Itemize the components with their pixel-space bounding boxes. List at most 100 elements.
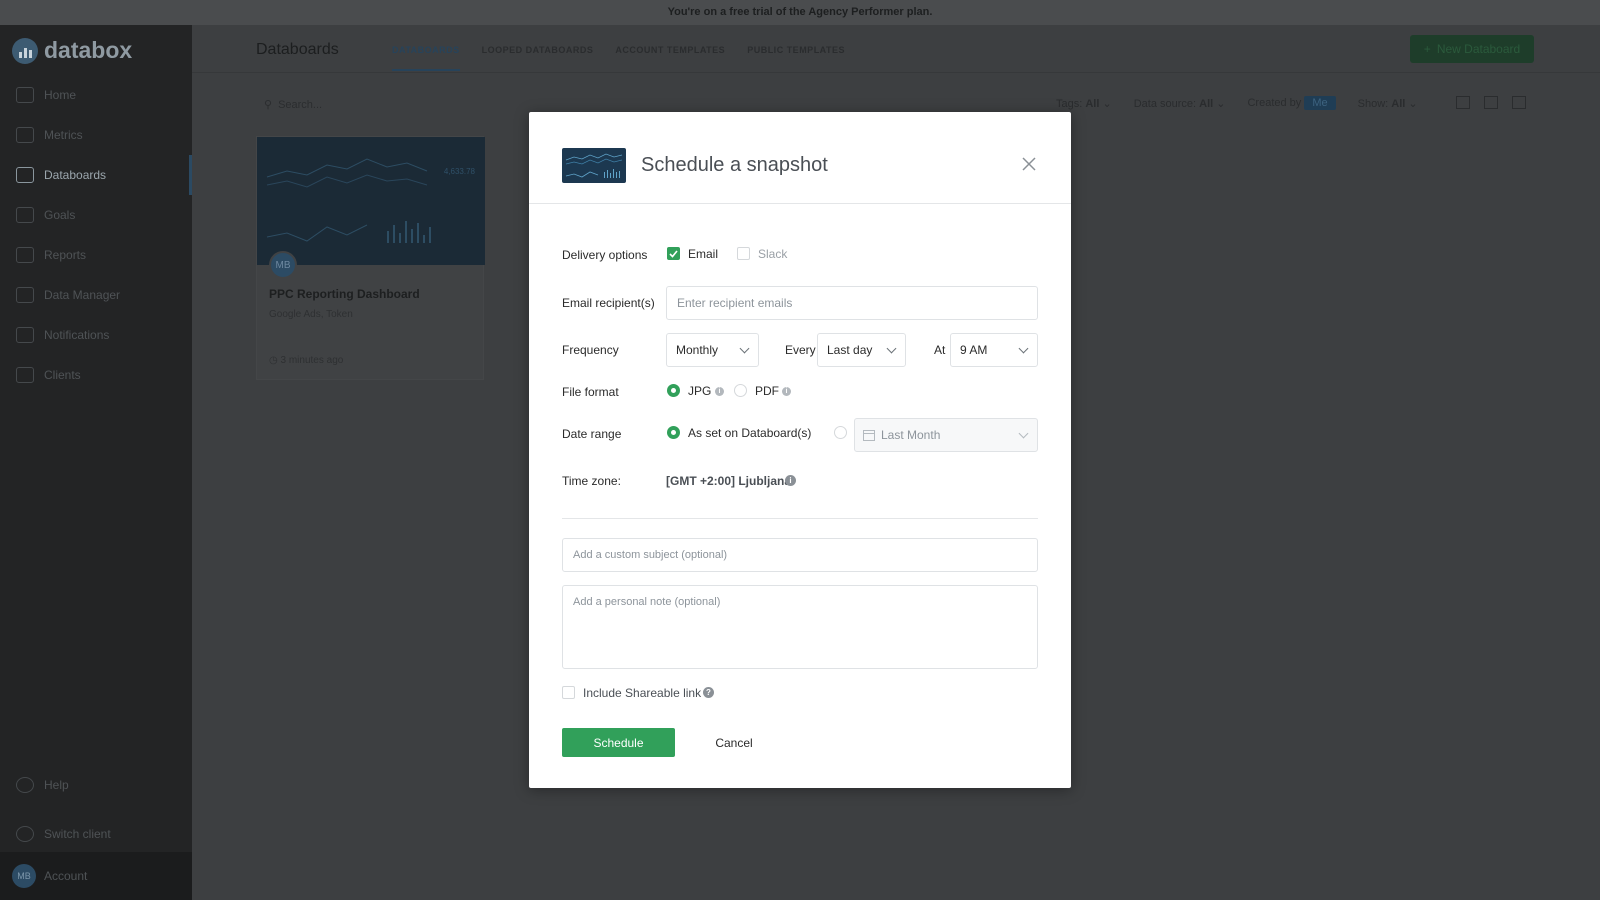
frequency-label: Frequency xyxy=(562,343,619,357)
help-icon[interactable]: ? xyxy=(703,687,714,698)
sidebar-item-clients[interactable]: Clients xyxy=(0,355,192,395)
sidebar-item-reports[interactable]: Reports xyxy=(0,235,192,275)
tab-public-templates[interactable]: PUBLIC TEMPLATES xyxy=(747,45,845,71)
filter-bar: Tags: All ⌄ Data source: All ⌄ Created b… xyxy=(1056,96,1418,110)
tags-filter[interactable]: Tags: All ⌄ xyxy=(1056,97,1112,110)
date-range-value: Last Month xyxy=(881,428,941,442)
slack-checkbox[interactable] xyxy=(737,247,750,260)
list-view-icon[interactable] xyxy=(1456,96,1470,109)
card-timestamp: ◷ 3 minutes ago xyxy=(269,355,343,366)
email-recipients-label: Email recipient(s) xyxy=(562,296,655,310)
time-zone-label: Time zone: xyxy=(562,474,621,488)
sidebar-item-notifications[interactable]: Notifications xyxy=(0,315,192,355)
new-databoard-button[interactable]: + New Databoard xyxy=(1410,35,1534,63)
home-icon xyxy=(16,87,34,103)
filter-value: All xyxy=(1391,98,1406,110)
date-range-label: Date range xyxy=(562,427,622,441)
sidebar-item-label: Switch client xyxy=(44,827,111,841)
sidebar-item-label: Data Manager xyxy=(44,288,121,302)
large-view-icon[interactable] xyxy=(1512,96,1526,109)
date-range-custom-radio[interactable] xyxy=(834,426,847,439)
frequency-value: Monthly xyxy=(676,343,719,357)
account-menu[interactable]: MB Account xyxy=(0,852,192,900)
sidebar-bottom: Help Switch client xyxy=(0,765,192,854)
time-select[interactable]: 9 AM xyxy=(950,333,1038,367)
sidebar-item-label: Goals xyxy=(44,208,76,222)
frequency-select[interactable]: Monthly xyxy=(666,333,759,367)
at-label: At xyxy=(934,343,946,357)
card-title: PPC Reporting Dashboard xyxy=(269,287,420,301)
thumbnail-chart-icon xyxy=(565,153,623,178)
sidebar-item-databoards[interactable]: Databoards xyxy=(0,155,192,195)
switch-client-icon xyxy=(16,826,34,842)
metrics-icon xyxy=(16,127,34,143)
databox-logo-icon xyxy=(12,37,38,64)
sidebar: databox Home Metrics Databoards Goals Re… xyxy=(0,25,192,900)
view-toggle xyxy=(1456,96,1526,109)
sidebar-item-label: Home xyxy=(44,88,77,102)
grid-view-icon[interactable] xyxy=(1484,96,1498,109)
date-range-select[interactable]: Last Month xyxy=(854,418,1038,452)
info-icon[interactable]: i xyxy=(715,387,724,396)
databoard-thumbnail xyxy=(562,148,626,183)
search-input[interactable]: ⚲ Search... xyxy=(264,98,323,112)
slack-option-label: Slack xyxy=(758,247,788,261)
clock-icon: ◷ xyxy=(269,355,278,366)
tab-account-templates[interactable]: ACCOUNT TEMPLATES xyxy=(615,45,725,71)
sidebar-item-data-manager[interactable]: Data Manager xyxy=(0,275,192,315)
jpg-radio[interactable] xyxy=(667,384,680,397)
tab-bar: DATABOARDS LOOPED DATABOARDS ACCOUNT TEM… xyxy=(392,45,845,71)
search-placeholder: Search... xyxy=(278,98,323,111)
card-time-text: 3 minutes ago xyxy=(280,355,344,366)
databoard-card[interactable]: 4,633.78 MB PPC Reporting Dashboard Goog… xyxy=(256,136,485,380)
cancel-button[interactable]: Cancel xyxy=(709,728,759,757)
created-by-filter[interactable]: Created by Me xyxy=(1247,96,1336,110)
close-button[interactable] xyxy=(1019,154,1039,174)
sidebar-item-label: Metrics xyxy=(44,128,83,142)
clients-icon xyxy=(16,367,34,383)
every-label: Every xyxy=(785,343,816,357)
date-range-databoard-label: As set on Databoard(s) xyxy=(688,426,812,440)
date-range-databoard-radio[interactable] xyxy=(667,426,680,439)
databoard-thumbnail: 4,633.78 xyxy=(257,137,485,265)
info-icon[interactable]: i xyxy=(785,475,796,486)
notifications-icon xyxy=(16,327,34,343)
sidebar-item-label: Clients xyxy=(44,368,81,382)
chevron-down-icon xyxy=(1018,428,1029,439)
account-label: Account xyxy=(44,869,88,883)
time-zone-value: [GMT +2:00] Ljubljana xyxy=(666,474,792,488)
avatar: MB xyxy=(12,864,36,888)
sidebar-item-home[interactable]: Home xyxy=(0,75,192,115)
chevron-down-icon xyxy=(1018,343,1029,354)
sidebar-item-goals[interactable]: Goals xyxy=(0,195,192,235)
schedule-button[interactable]: Schedule xyxy=(562,728,675,757)
logo-text: databox xyxy=(44,37,133,63)
email-recipients-input[interactable]: Enter recipient emails xyxy=(666,286,1038,320)
tab-looped-databoards[interactable]: LOOPED DATABOARDS xyxy=(482,45,594,71)
custom-subject-input[interactable]: Add a custom subject (optional) xyxy=(562,538,1038,572)
sidebar-item-label: Reports xyxy=(44,248,87,262)
jpg-option-label: JPG xyxy=(688,384,712,398)
calendar-icon xyxy=(863,430,875,441)
email-checkbox[interactable] xyxy=(667,247,680,260)
filter-value: Me xyxy=(1304,96,1336,110)
show-filter[interactable]: Show: All ⌄ xyxy=(1358,97,1418,110)
every-select[interactable]: Last day xyxy=(817,333,906,367)
sidebar-item-metrics[interactable]: Metrics xyxy=(0,115,192,155)
thumbnail-chart-icon xyxy=(266,158,431,243)
personal-note-textarea[interactable]: Add a personal note (optional) xyxy=(562,585,1038,669)
top-bar: Databoards DATABOARDS LOOPED DATABOARDS … xyxy=(192,25,1600,73)
sidebar-item-help[interactable]: Help xyxy=(0,765,192,805)
sidebar-item-switch-client[interactable]: Switch client xyxy=(0,814,192,854)
sidebar-nav: Home Metrics Databoards Goals Reports Da… xyxy=(0,75,192,395)
card-subtitle: Google Ads, Token xyxy=(269,309,353,320)
info-icon[interactable]: i xyxy=(782,387,791,396)
reports-icon xyxy=(16,247,34,263)
tab-databoards[interactable]: DATABOARDS xyxy=(392,45,460,71)
data-source-filter[interactable]: Data source: All ⌄ xyxy=(1134,97,1226,110)
logo[interactable]: databox xyxy=(12,37,132,64)
pdf-radio[interactable] xyxy=(734,384,747,397)
avatar: MB xyxy=(269,251,297,279)
subject-placeholder: Add a custom subject (optional) xyxy=(573,549,728,561)
shareable-link-checkbox[interactable] xyxy=(562,686,575,699)
